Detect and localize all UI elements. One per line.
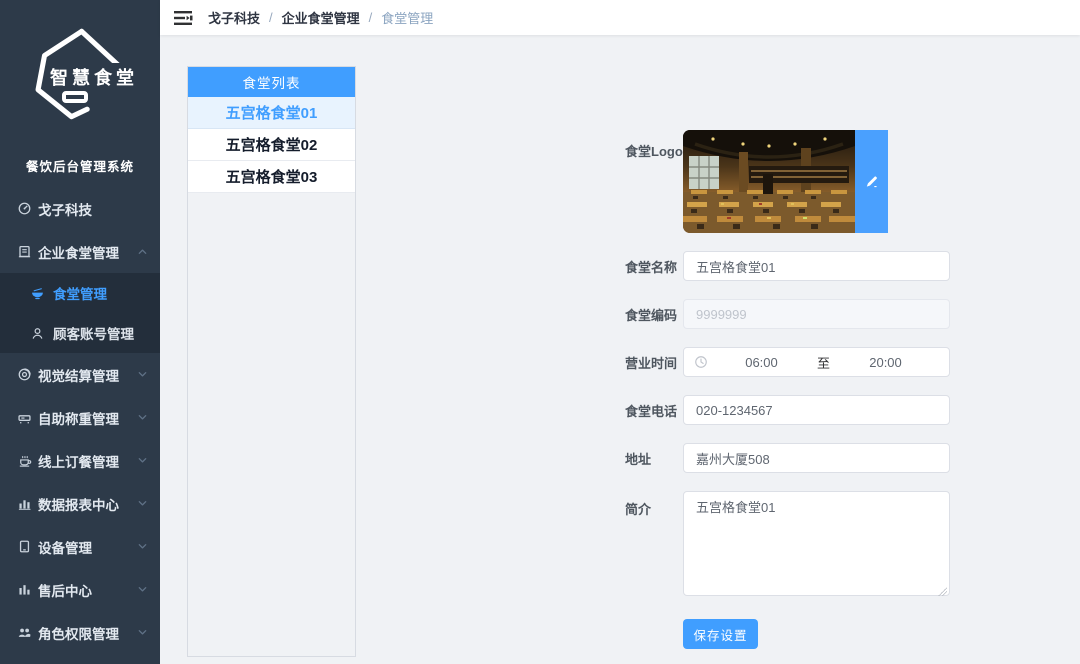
user-icon: [30, 326, 45, 341]
app-window: 智慧食堂 餐饮后台管理系统 戈子科技企业食堂管理食堂管理顾客账号管理视觉结算管理…: [0, 0, 1080, 664]
sidebar-item-label: 角色权限管理: [38, 623, 137, 643]
hours-field-label: 营业时间: [625, 353, 683, 372]
breadcrumb-item[interactable]: 戈子科技: [208, 8, 260, 27]
bowl-icon: [30, 286, 45, 301]
building-icon: [17, 244, 32, 259]
form-row-name: 食堂名称: [625, 251, 955, 281]
logo-field-label: 食堂Logo: [625, 130, 683, 160]
bar-chart-icon: [17, 496, 32, 511]
content-area: 食堂列表 五宫格食堂01五宫格食堂02五宫格食堂03 食堂Logo: [160, 35, 1080, 664]
address-field-label: 地址: [625, 449, 683, 468]
scale-icon: [17, 410, 32, 425]
form-row-phone: 食堂电话: [625, 395, 955, 425]
sidebar: 智慧食堂 餐饮后台管理系统 戈子科技企业食堂管理食堂管理顾客账号管理视觉结算管理…: [0, 0, 160, 664]
sidebar-item-label: 线上订餐管理: [38, 451, 137, 471]
sidebar-item-label: 设备管理: [38, 537, 137, 557]
hours-start-value[interactable]: 06:00: [708, 355, 815, 370]
menu-fold-icon[interactable]: [174, 10, 194, 26]
canteen-photo: [683, 130, 855, 233]
sidebar-item[interactable]: 角色权限管理: [0, 611, 160, 654]
chevron-down-icon: [137, 627, 148, 638]
sidebar-item[interactable]: 戈子科技: [0, 187, 160, 230]
sidebar-item[interactable]: 数据报表中心: [0, 482, 160, 525]
breadcrumb-separator: /: [269, 10, 273, 25]
sidebar-item[interactable]: 视觉结算管理: [0, 353, 160, 396]
breadcrumb-item: 食堂管理: [381, 8, 433, 27]
edit-logo-button[interactable]: [855, 130, 888, 233]
form-row-code: 食堂编码: [625, 299, 955, 329]
logo-subtitle: 餐饮后台管理系统: [0, 156, 160, 175]
canteen-form: 食堂Logo: [625, 35, 955, 649]
sidebar-submenu: 食堂管理顾客账号管理: [0, 273, 160, 353]
sidebar-item[interactable]: 设备管理: [0, 525, 160, 568]
app-logo: 智慧食堂: [0, 25, 160, 150]
meal-icon: [17, 453, 32, 468]
main-area: 戈子科技/企业食堂管理/食堂管理 食堂列表 五宫格食堂01五宫格食堂02五宫格食…: [160, 0, 1080, 664]
canteen-code-input: [683, 299, 950, 329]
camera-icon: [17, 367, 32, 382]
canteen-photo-image: [683, 130, 855, 233]
sidebar-menu: 戈子科技企业食堂管理食堂管理顾客账号管理视觉结算管理自助称重管理线上订餐管理数据…: [0, 187, 160, 664]
roles-icon: [17, 625, 32, 640]
device-icon: [17, 539, 32, 554]
canteen-list-item[interactable]: 五宫格食堂02: [188, 129, 355, 161]
sidebar-item[interactable]: 自助称重管理: [0, 396, 160, 439]
sidebar-item-label: 自助称重管理: [38, 408, 137, 428]
aftersale-chart-icon: [17, 582, 32, 597]
canteen-phone-input[interactable]: [683, 395, 950, 425]
name-field-label: 食堂名称: [625, 257, 683, 276]
form-row-logo: 食堂Logo: [625, 130, 955, 233]
canteen-list-header: 食堂列表: [188, 67, 355, 97]
save-settings-button[interactable]: 保存设置: [683, 619, 758, 649]
chevron-down-icon: [137, 412, 148, 423]
canteen-list-panel: 食堂列表 五宫格食堂01五宫格食堂02五宫格食堂03: [187, 66, 356, 657]
sidebar-item[interactable]: 线上订餐管理: [0, 439, 160, 482]
breadcrumb-item[interactable]: 企业食堂管理: [282, 8, 360, 27]
form-row-intro: 简介 五宫格食堂01: [625, 491, 955, 601]
hours-separator: 至: [815, 353, 832, 372]
clock-icon: [694, 355, 708, 369]
sidebar-subitem-label: 顾客账号管理: [53, 323, 134, 343]
business-hours-picker[interactable]: 06:00 至 20:00: [683, 347, 950, 377]
sidebar-subitem[interactable]: 顾客账号管理: [0, 313, 160, 353]
canteen-address-input[interactable]: [683, 443, 950, 473]
logo-title: 智慧食堂: [48, 63, 140, 91]
sidebar-item-label: 企业食堂管理: [38, 242, 137, 262]
canteen-name-input[interactable]: [683, 251, 950, 281]
sidebar-item[interactable]: 营养管理: [0, 654, 160, 664]
logo-uploader: [683, 130, 888, 233]
phone-field-label: 食堂电话: [625, 401, 683, 420]
sidebar-item-label: 数据报表中心: [38, 494, 137, 514]
sidebar-subitem-label: 食堂管理: [53, 283, 107, 303]
intro-field-label: 简介: [625, 491, 683, 518]
breadcrumb-separator: /: [369, 10, 373, 25]
sidebar-item[interactable]: 企业食堂管理: [0, 230, 160, 273]
hours-end-value[interactable]: 20:00: [832, 355, 939, 370]
breadcrumb: 戈子科技 / 企业食堂管理 / 食堂管理: [208, 8, 433, 27]
sidebar-subitem[interactable]: 食堂管理: [0, 273, 160, 313]
form-row-hours: 营业时间 06:00 至 20:00: [625, 347, 955, 377]
code-field-label: 食堂编码: [625, 305, 683, 324]
logo-mouth-shape: [62, 91, 88, 103]
chevron-down-icon: [137, 541, 148, 552]
canteen-list-item[interactable]: 五宫格食堂01: [188, 97, 355, 129]
canteen-list-item[interactable]: 五宫格食堂03: [188, 161, 355, 193]
chevron-down-icon: [137, 455, 148, 466]
pencil-icon: [864, 174, 879, 189]
sidebar-item-label: 戈子科技: [38, 199, 148, 219]
dashboard-icon: [17, 201, 32, 216]
canteen-list: 五宫格食堂01五宫格食堂02五宫格食堂03: [188, 97, 355, 193]
form-row-address: 地址: [625, 443, 955, 473]
chevron-down-icon: [137, 369, 148, 380]
sidebar-item-label: 视觉结算管理: [38, 365, 137, 385]
sidebar-item-label: 售后中心: [38, 580, 137, 600]
chevron-down-icon: [137, 498, 148, 509]
sidebar-item[interactable]: 售后中心: [0, 568, 160, 611]
top-header: 戈子科技 / 企业食堂管理 / 食堂管理: [160, 0, 1080, 35]
chevron-down-icon: [137, 584, 148, 595]
chevron-up-icon: [137, 246, 148, 257]
canteen-intro-textarea[interactable]: 五宫格食堂01: [683, 491, 950, 596]
